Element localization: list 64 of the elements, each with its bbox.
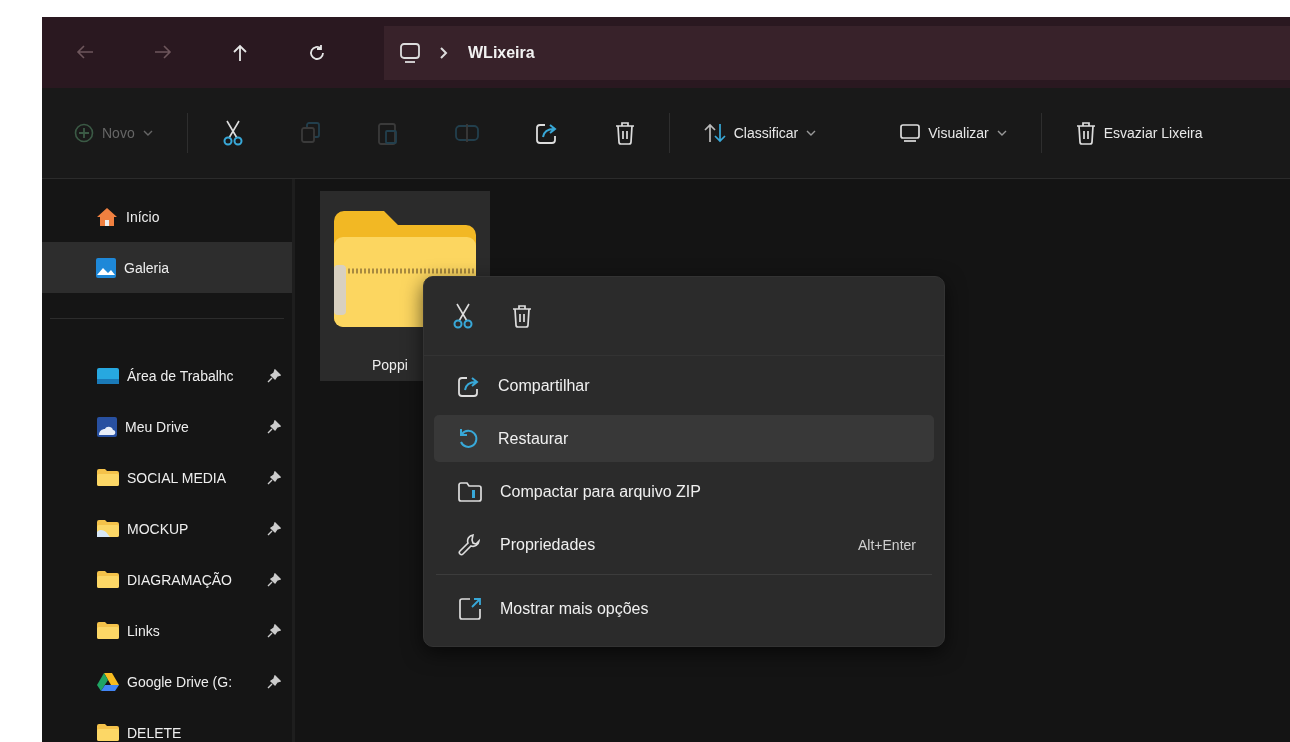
- sidebar-item[interactable]: Links: [42, 605, 292, 656]
- chevron-right-icon: [440, 46, 448, 59]
- caret-icon: [142, 130, 153, 136]
- pin-icon[interactable]: [267, 470, 281, 485]
- sidebar-item[interactable]: DIAGRAMAÇÃO: [42, 554, 292, 605]
- rename-icon: [454, 123, 479, 143]
- plus-circle-icon: [74, 123, 94, 143]
- copy-icon: [300, 122, 321, 144]
- sidebar-item[interactable]: SOCIAL MEDIA: [42, 452, 292, 503]
- folder-icon: [97, 622, 119, 639]
- up-arrow-icon: [232, 43, 248, 62]
- home-icon: [96, 206, 118, 227]
- sort-arrows-icon: [703, 123, 726, 143]
- undo-arrow-icon: [458, 427, 480, 450]
- back-arrow-icon: [76, 43, 94, 60]
- sidebar-item[interactable]: MOCKUP: [42, 503, 292, 554]
- triangle-drive-icon: [97, 672, 119, 691]
- share-icon: [535, 122, 558, 144]
- pin-icon[interactable]: [267, 419, 281, 434]
- scissors-icon: [221, 120, 244, 146]
- wrench-icon: [458, 532, 482, 557]
- view-button[interactable]: Visualizar: [892, 118, 1015, 148]
- pin-icon[interactable]: [267, 674, 281, 689]
- monitor-icon: [400, 42, 420, 63]
- pin-icon[interactable]: [267, 521, 281, 536]
- sidebar-item[interactable]: Meu Drive: [42, 401, 292, 452]
- caret-icon: [806, 130, 817, 136]
- clipboard-icon: [377, 121, 398, 145]
- menu-item[interactable]: Compactar para arquivo ZIP: [434, 468, 934, 515]
- address-field[interactable]: WLixeira: [384, 25, 1290, 80]
- cloud-image-icon: [97, 416, 117, 437]
- desktop-icon: [97, 367, 119, 384]
- empty-recycle-bin-button[interactable]: Esvaziar Lixeira: [1067, 115, 1211, 151]
- scissors-icon: [452, 303, 474, 329]
- path-segment[interactable]: WLixeira: [468, 43, 535, 62]
- monitor-icon: [900, 124, 921, 142]
- folder-icon: [97, 469, 119, 486]
- image-folder-icon: [97, 520, 119, 537]
- menu-item[interactable]: Restaurar: [434, 415, 934, 462]
- refresh-icon: [308, 43, 326, 62]
- share-icon: [458, 374, 480, 397]
- menu-item[interactable]: Propriedades Alt+Enter: [434, 521, 934, 568]
- trash-icon: [1075, 121, 1096, 145]
- sidebar-item[interactable]: Área de Trabalhc: [42, 350, 292, 401]
- caret-icon: [996, 130, 1007, 136]
- zip-folder-icon: [458, 481, 482, 502]
- menu-item[interactable]: Mostrar mais opções: [434, 585, 934, 632]
- trash-icon: [512, 304, 532, 328]
- folder-icon: [97, 724, 119, 741]
- file-name: Poppi: [372, 357, 408, 373]
- sort-button[interactable]: Classificar: [695, 117, 825, 149]
- gallery-icon: [96, 257, 116, 278]
- sidebar-item[interactable]: Google Drive (G:: [42, 656, 292, 707]
- folder-icon: [97, 571, 119, 588]
- pin-icon[interactable]: [267, 572, 281, 587]
- sidebar-item[interactable]: Galeria: [42, 242, 292, 293]
- shortcut-text: Alt+Enter: [858, 536, 916, 553]
- forward-arrow-icon: [154, 43, 172, 60]
- trash-icon: [614, 121, 635, 145]
- expand-window-icon: [458, 596, 482, 621]
- sidebar-item[interactable]: Início: [42, 191, 292, 242]
- pin-icon[interactable]: [267, 623, 281, 638]
- pin-icon[interactable]: [267, 368, 281, 383]
- sidebar-item[interactable]: DELETE: [42, 707, 292, 742]
